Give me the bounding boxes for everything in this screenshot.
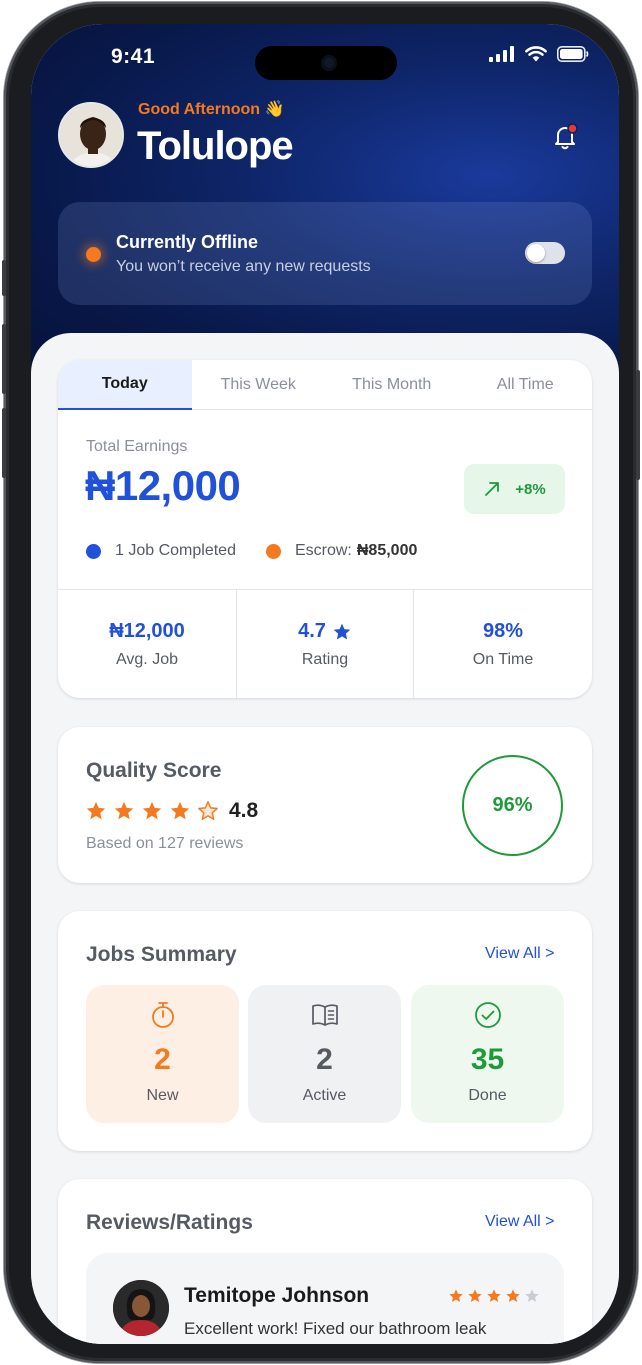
toggle-knob xyxy=(527,244,545,262)
reviews-count: Based on 127 reviews xyxy=(86,835,244,852)
stat-avg-job: ₦12,000 Avg. Job xyxy=(58,590,236,698)
quality-score-ring: 96% xyxy=(462,755,563,856)
escrow-dot xyxy=(265,543,281,559)
job-label: New xyxy=(146,1087,179,1104)
signal-icon xyxy=(489,46,514,62)
power-button xyxy=(636,370,640,480)
review-text: Excellent work! Fixed our bathroom leak xyxy=(184,1319,487,1338)
jobs-summary-card: Jobs Summary View All > 2 New 2 Active 3… xyxy=(58,911,592,1151)
stopwatch-icon xyxy=(151,1002,174,1028)
tab-this-week[interactable]: This Week xyxy=(192,360,326,410)
stat-label: On Time xyxy=(472,651,534,668)
availability-card: Currently Offline You won’t receive any … xyxy=(58,202,592,305)
action-button xyxy=(2,260,6,296)
escrow-label: Escrow: xyxy=(294,542,352,559)
jobs-view-all-link[interactable]: View All > xyxy=(485,945,555,963)
review-stars xyxy=(448,1288,540,1304)
trend-up-arrow-icon xyxy=(485,482,500,496)
stat-label: Avg. Job xyxy=(116,651,178,668)
bell-notification-icon[interactable] xyxy=(550,122,580,152)
star-icon xyxy=(114,801,134,820)
volume-up-button xyxy=(2,324,6,394)
quality-score-card: Quality Score 4.8 Based on 127 reviews 9… xyxy=(58,727,592,883)
status-bar: 9:41 xyxy=(31,24,619,88)
earnings-stats: ₦12,000 Avg. Job 4.7 Rating 98% On Time xyxy=(58,589,592,698)
check-circle-icon xyxy=(474,1002,501,1028)
total-earnings-amount: ₦12,000 xyxy=(85,462,241,509)
reviewer-portrait xyxy=(113,1280,169,1336)
availability-toggle[interactable] xyxy=(525,242,565,264)
star-empty-icon xyxy=(525,1289,539,1302)
phone-frame: 9:41 Good Afternoon 👋 Tolulope Currently… xyxy=(2,2,640,1363)
star-icon xyxy=(142,801,162,820)
reviews-view-all-link[interactable]: View All > xyxy=(485,1213,555,1231)
jobs-summary-title: Jobs Summary xyxy=(86,943,237,966)
greeting-text: Good Afternoon 👋 xyxy=(138,101,285,118)
battery-icon xyxy=(557,46,589,62)
tab-this-month[interactable]: This Month xyxy=(325,360,459,410)
dynamic-island xyxy=(255,46,397,80)
escrow-amount: ₦85,000 xyxy=(356,542,418,559)
avatar[interactable] xyxy=(58,102,124,168)
job-count: 2 xyxy=(316,1043,333,1076)
job-tile-active[interactable]: 2 Active xyxy=(248,985,401,1123)
job-count: 2 xyxy=(154,1043,171,1076)
star-icon xyxy=(487,1289,501,1302)
period-tabs: Today This Week This Month All Time xyxy=(58,360,592,410)
jobs-completed-dot xyxy=(86,543,101,559)
star-outline-icon xyxy=(198,801,218,820)
earnings-card: Today This Week This Month All Time Tota… xyxy=(58,360,592,698)
stat-rating: 4.7 Rating xyxy=(236,590,413,698)
status-time: 9:41 xyxy=(111,45,156,68)
reviewer-name: Temitope Johnson xyxy=(184,1284,370,1307)
reviewer-avatar xyxy=(113,1280,169,1336)
stat-value-row: 4.7 xyxy=(298,620,352,643)
tab-all-time[interactable]: All Time xyxy=(459,360,593,410)
quality-title: Quality Score xyxy=(86,759,222,782)
content-sheet: Today This Week This Month All Time Tota… xyxy=(31,333,619,1344)
review-item[interactable]: Temitope Johnson Excellent work! Fixed o… xyxy=(86,1253,564,1344)
trend-value: +8% xyxy=(515,480,546,498)
stat-value: 4.7 xyxy=(298,620,326,642)
offline-status-dot xyxy=(86,247,101,262)
availability-subtitle: You won’t receive any new requests xyxy=(116,258,371,275)
star-icon xyxy=(170,801,190,820)
app-screen: 9:41 Good Afternoon 👋 Tolulope Currently… xyxy=(31,24,619,1344)
volume-down-button xyxy=(2,408,6,478)
earnings-legend: 1 Job Completed Escrow: ₦85,000 xyxy=(86,542,417,560)
job-count: 35 xyxy=(470,1043,505,1076)
stat-value: ₦12,000 xyxy=(109,620,185,642)
star-icon xyxy=(506,1289,520,1302)
stat-on-time: 98% On Time xyxy=(413,590,592,698)
quality-stars: 4.8 xyxy=(85,799,258,823)
camera-icon xyxy=(321,55,337,71)
open-book-icon xyxy=(311,1004,338,1026)
avatar-portrait xyxy=(60,104,122,166)
trend-badge: +8% xyxy=(464,464,565,514)
job-label: Done xyxy=(468,1087,507,1104)
job-tile-done[interactable]: 35 Done xyxy=(411,985,564,1123)
stat-label: Rating xyxy=(301,651,349,668)
star-icon xyxy=(468,1289,482,1302)
job-tile-new[interactable]: 2 New xyxy=(86,985,239,1123)
star-icon xyxy=(449,1289,463,1302)
status-icons xyxy=(489,46,589,62)
reviews-title: Reviews/Ratings xyxy=(86,1211,253,1234)
header-hero: 9:41 Good Afternoon 👋 Tolulope Currently… xyxy=(31,24,619,384)
star-icon xyxy=(333,623,351,639)
jobs-completed-text: 1 Job Completed xyxy=(115,542,236,559)
job-label: Active xyxy=(302,1087,347,1104)
reviews-card: Reviews/Ratings View All > Temitope John… xyxy=(58,1179,592,1344)
wifi-icon xyxy=(525,46,547,62)
tab-today[interactable]: Today xyxy=(58,360,192,410)
total-earnings-label: Total Earnings xyxy=(86,438,188,455)
availability-title: Currently Offline xyxy=(116,232,259,252)
quality-rating: 4.8 xyxy=(229,799,259,822)
star-icon xyxy=(86,801,106,820)
user-name: Tolulope xyxy=(137,124,294,168)
stat-value: 98% xyxy=(482,620,524,642)
